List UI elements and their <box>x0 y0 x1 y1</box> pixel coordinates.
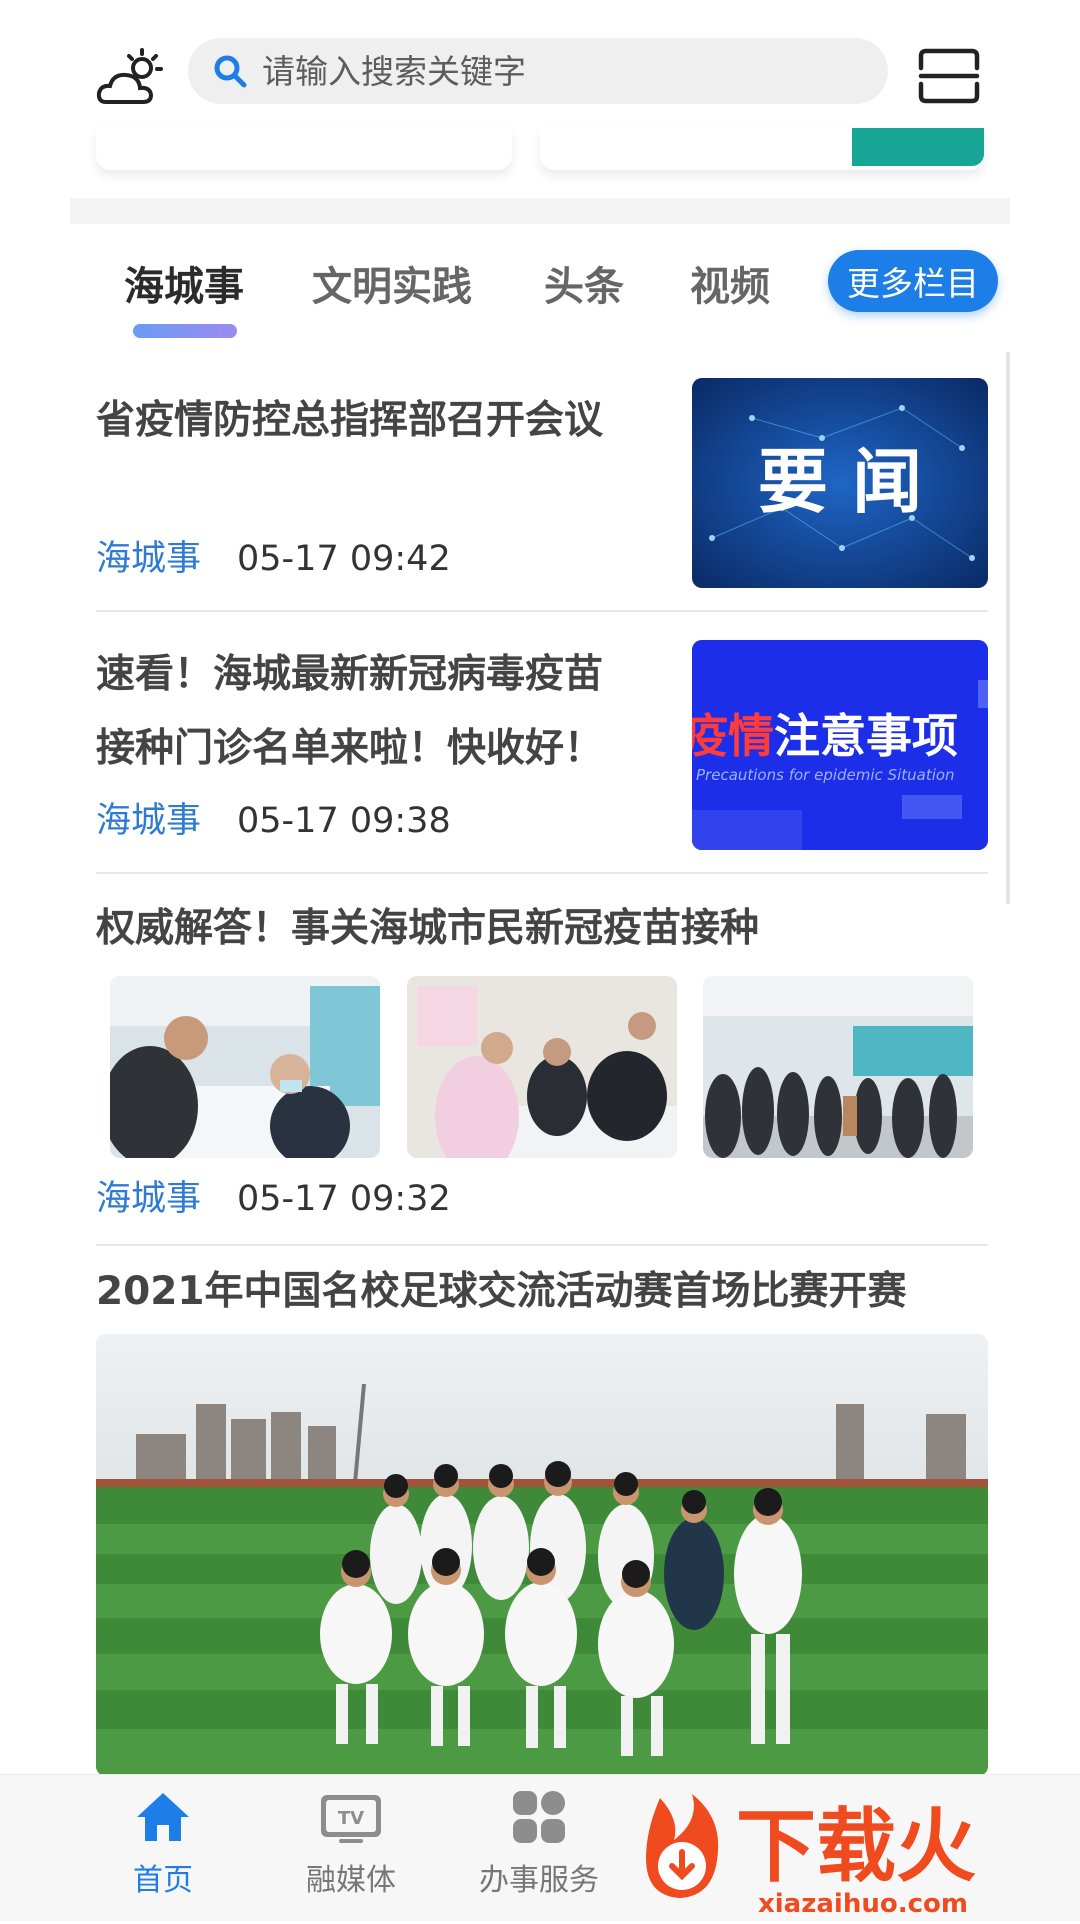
tab-toutiao[interactable]: 头条 <box>544 254 624 312</box>
article-meta: 海城事 05-17 09:38 <box>96 792 451 843</box>
more-columns-button[interactable]: 更多栏目 <box>828 250 998 312</box>
home-icon <box>137 1793 189 1841</box>
thumb-white-text: 注意事项 <box>774 709 958 763</box>
tab-haichengshi[interactable]: 海城事 <box>124 254 244 312</box>
search-icon <box>214 55 247 88</box>
divider <box>96 610 988 612</box>
article-title: 2021年中国名校足球交流活动赛首场比赛开赛 <box>96 1269 907 1314</box>
tv-icon: TV <box>321 1795 381 1843</box>
news-item[interactable]: 省疫情防控总指挥部召开会议 海城事 05-17 09:42 要 闻 <box>96 378 988 588</box>
thumb-red-text: 疫情 <box>692 709 774 763</box>
quick-card-left[interactable] <box>96 128 512 170</box>
news-item[interactable]: 权威解答！事关海城市民新冠疫苗接种 海城事 05-17 09:32 <box>96 892 988 1232</box>
nav-home[interactable]: 首页 <box>98 1789 228 1899</box>
svg-text:疫情注意事项: 疫情注意事项 <box>692 709 958 763</box>
article-meta: 海城事 05-17 09:32 <box>96 1170 451 1221</box>
article-title-line2: 接种门诊名单来啦！快收好！ <box>96 726 604 771</box>
quick-card-right[interactable] <box>540 128 984 170</box>
article-time: 05-17 09:42 <box>237 539 451 579</box>
article-image <box>110 976 380 1158</box>
nav-services-label: 办事服务 <box>479 1863 599 1898</box>
article-source: 海城事 <box>96 1179 202 1219</box>
watermark-brand: 下载火 <box>736 1800 976 1893</box>
divider <box>96 872 988 874</box>
article-time: 05-17 09:32 <box>237 1179 451 1219</box>
article-image <box>703 976 973 1158</box>
svg-text:TV: TV <box>338 1808 364 1829</box>
grid-icon <box>513 1791 565 1843</box>
news-item[interactable]: 速看！海城最新新冠病毒疫苗 接种门诊名单来啦！快收好！ 海城事 05-17 09:… <box>96 640 988 850</box>
tab-video[interactable]: 视频 <box>690 254 770 312</box>
article-time: 05-17 09:38 <box>237 801 451 841</box>
search-bar[interactable] <box>188 38 888 104</box>
article-title: 速看！海城最新新冠病毒疫苗 接种门诊名单来啦！快收好！ <box>96 638 656 786</box>
nav-media-label: 融媒体 <box>306 1863 396 1898</box>
article-thumbnail: 疫情注意事项 Precautions for epidemic Situatio… <box>692 640 988 850</box>
thumb-yaowen-text: 要 闻 <box>758 441 922 523</box>
article-title: 权威解答！事关海城市民新冠疫苗接种 <box>96 906 760 951</box>
watermark-url: xiazaihuo.com <box>758 1889 968 1919</box>
category-tabs: 海城事 文明实践 头条 视频 更多栏目 <box>0 240 1080 340</box>
nav-services[interactable]: 办事服务 <box>474 1789 604 1899</box>
quick-card-accent <box>852 128 984 166</box>
search-input[interactable] <box>260 50 864 92</box>
cloud-sun-icon[interactable] <box>96 46 166 108</box>
tab-wenming[interactable]: 文明实践 <box>312 254 472 312</box>
article-image <box>96 1334 988 1776</box>
article-meta: 海城事 05-17 09:42 <box>96 530 451 581</box>
nav-home-label: 首页 <box>133 1863 193 1898</box>
article-thumbnail: 要 闻 <box>692 378 988 588</box>
watermark-logo: 下载火 xiazaihuo.com <box>640 1780 1080 1920</box>
nav-media[interactable]: TV 融媒体 <box>286 1789 416 1899</box>
image-row <box>96 976 988 1158</box>
divider <box>96 1244 988 1246</box>
article-title: 省疫情防控总指挥部召开会议 <box>96 398 604 443</box>
scrollbar[interactable] <box>1006 352 1010 904</box>
article-image <box>407 976 677 1158</box>
news-item[interactable]: 2021年中国名校足球交流活动赛首场比赛开赛 <box>96 1258 988 1776</box>
article-title-line1: 速看！海城最新新冠病毒疫苗 <box>96 652 604 697</box>
active-tab-indicator <box>133 324 237 338</box>
scan-icon[interactable] <box>918 48 980 104</box>
thumb-subtext: Precautions for epidemic Situation <box>696 766 955 784</box>
section-separator <box>70 198 1010 224</box>
article-source: 海城事 <box>96 539 202 579</box>
article-source: 海城事 <box>96 801 202 841</box>
